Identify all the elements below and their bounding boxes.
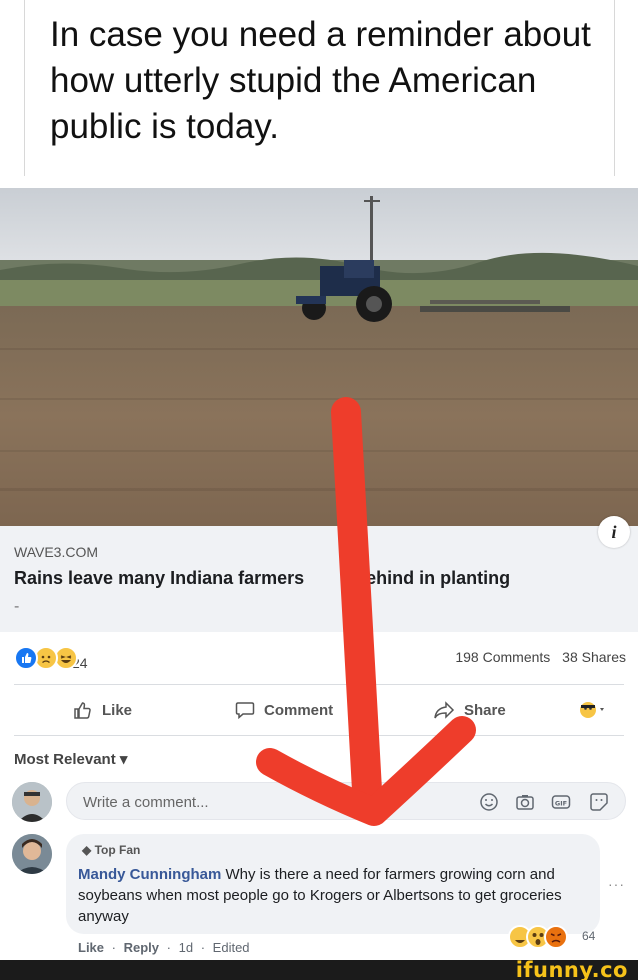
sticker-icon[interactable]	[589, 792, 609, 812]
link-preview-card[interactable]: WAVE3.COM Rains leave many Indiana farme…	[0, 526, 638, 632]
top-fan-label: Top Fan	[94, 843, 141, 857]
share-button-label: Share	[464, 701, 506, 719]
comment-input-placeholder: Write a comment...	[83, 794, 209, 811]
comment-button[interactable]: Comment	[234, 698, 333, 722]
like-button[interactable]: Like	[72, 698, 132, 722]
commenter-avatar[interactable]	[12, 834, 52, 874]
current-user-avatar[interactable]	[12, 782, 52, 822]
actions-divider	[14, 735, 624, 736]
comment-reaction-icons	[508, 925, 568, 949]
comment-author[interactable]: Mandy Cunningham	[78, 866, 221, 883]
caption-right-rule	[614, 0, 615, 176]
stats-divider	[14, 684, 624, 685]
top-fan-icon: ◆	[82, 843, 92, 857]
engagement-counts: 198 Comments 38 Shares	[455, 649, 626, 665]
post-stats: 24 198 Comments 38 Shares	[0, 640, 638, 680]
comment-reply-link[interactable]: Reply	[124, 940, 159, 955]
meta-separator: ·	[200, 940, 206, 955]
shares-count[interactable]: 38 Shares	[562, 649, 626, 665]
link-description: -	[14, 598, 20, 615]
speech-bubble-icon	[235, 702, 255, 720]
like-button-label: Like	[102, 701, 133, 719]
field-tractor-image	[0, 188, 638, 526]
gif-icon[interactable]: GIF	[551, 792, 571, 812]
reaction-selector-button[interactable]	[578, 698, 616, 722]
emoji-icon[interactable]	[479, 792, 499, 812]
meta-separator: ·	[111, 940, 116, 955]
comment-reaction-summary[interactable]: 64	[508, 924, 608, 950]
caption-left-rule	[24, 0, 25, 176]
svg-text:GIF: GIF	[555, 800, 567, 808]
watermark-bar: ifunny.co	[0, 958, 638, 980]
comment-input[interactable]: Write a comment... GIF	[66, 782, 626, 820]
ifunny-watermark: ifunny.co	[515, 958, 628, 980]
comment-button-label: Comment	[264, 701, 334, 719]
post-action-bar: Like Comment Share	[0, 690, 638, 730]
meme-caption: In case you need a reminder about how ut…	[50, 15, 591, 146]
comment-sort-dropdown[interactable]: Most Relevant ▾	[14, 750, 127, 768]
comment-reaction-count: 64	[582, 929, 596, 943]
comments-count[interactable]: 198 Comments	[455, 649, 550, 665]
info-icon[interactable]: i	[598, 516, 630, 548]
link-title[interactable]: Rains leave many Indiana farmers ll behi…	[14, 568, 510, 589]
thumbs-up-icon	[74, 702, 91, 719]
comment-more-options-button[interactable]: ···	[608, 876, 625, 892]
share-arrow-icon	[434, 701, 455, 719]
link-source: WAVE3.COM	[14, 544, 99, 560]
like-reaction-icon	[14, 646, 38, 670]
meta-separator: ·	[166, 940, 171, 955]
comment-edited-label: Edited	[212, 940, 250, 955]
share-button[interactable]: Share	[432, 698, 506, 722]
caption-panel: In case you need a reminder about how ut…	[0, 0, 638, 182]
comment-timestamp[interactable]: 1d	[179, 940, 193, 955]
comment-body: Mandy Cunningham Why is there a need for…	[78, 864, 588, 927]
camera-icon[interactable]	[515, 792, 535, 812]
audience-dropdown-icon	[580, 702, 604, 718]
post-photo[interactable]	[0, 188, 638, 526]
comment-like-link[interactable]: Like	[78, 940, 104, 955]
comment-meta: Like · Reply · 1d · Edited	[78, 940, 250, 955]
comment-bubble: ◆ Top Fan Mandy Cunningham Why is there …	[66, 834, 600, 934]
top-fan-badge: ◆ Top Fan	[82, 843, 140, 857]
